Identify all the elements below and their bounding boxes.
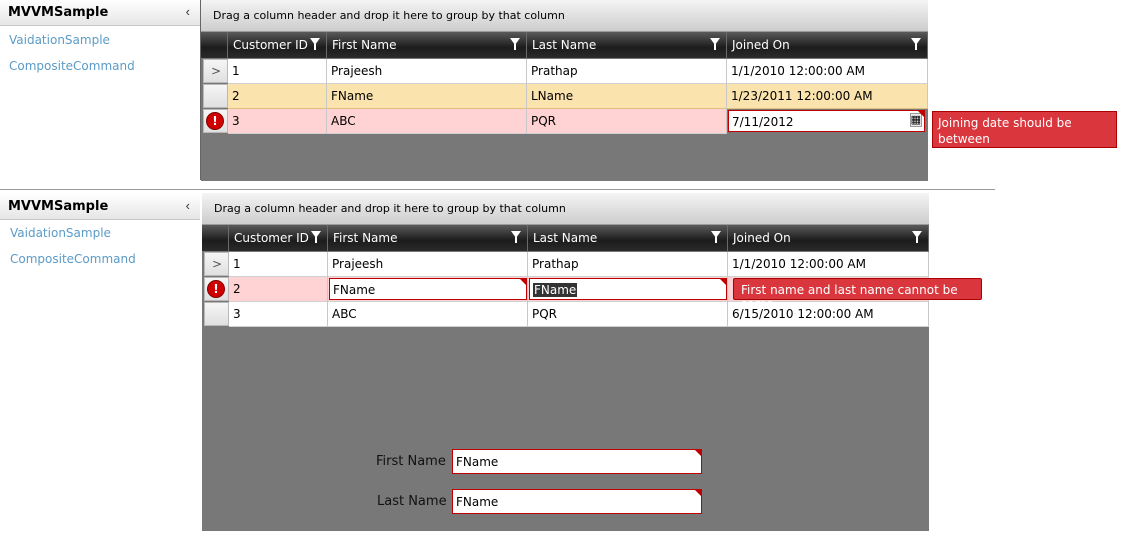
first-name-input[interactable]: FName (452, 449, 702, 474)
table-cell[interactable]: PQR (527, 109, 727, 134)
filter-icon[interactable] (510, 38, 520, 50)
table-cell[interactable]: 1 (229, 252, 328, 277)
bottom-nav-panel: MVVMSample ‹ VaidationSample CompositeCo… (0, 194, 200, 534)
top-panel-header: MVVMSample ‹ (0, 0, 200, 26)
column-header-joined-on[interactable]: Joined On (727, 32, 928, 58)
chevron-left-icon[interactable]: ‹ (186, 198, 190, 213)
last-name-cell-input[interactable]: FName (529, 278, 727, 300)
error-icon: ! (207, 280, 225, 298)
row-indicator-header (201, 32, 228, 58)
table-cell[interactable]: FName (327, 84, 527, 109)
table-cell[interactable]: Prathap (528, 252, 728, 277)
row-indicator-header (202, 225, 229, 251)
group-by-bar[interactable]: Drag a column header and drop it here to… (202, 193, 929, 225)
column-header-joined-on[interactable]: Joined On (728, 225, 929, 251)
table-cell[interactable]: Prajeesh (328, 252, 528, 277)
table-cell[interactable]: 1/1/2010 12:00:00 AM (727, 59, 928, 84)
group-by-hint: Drag a column header and drop it here to… (213, 9, 565, 22)
nav-link-validation-sample[interactable]: VaidationSample (10, 226, 111, 240)
top-panel-title: MVVMSample (8, 5, 109, 20)
column-header-first-name[interactable]: First Name (328, 225, 528, 251)
first-name-cell-input[interactable]: FName (329, 278, 527, 300)
current-row-icon[interactable]: > (203, 59, 228, 83)
top-nav-panel: MVVMSample ‹ VaidationSample CompositeCo… (0, 0, 202, 180)
column-header-last-name[interactable]: Last Name (528, 225, 728, 251)
column-header-first-name[interactable]: First Name (327, 32, 527, 58)
table-cell[interactable]: ABC (328, 302, 528, 327)
nav-link-composite-command[interactable]: CompositeCommand (9, 59, 135, 73)
filter-icon[interactable] (511, 231, 521, 243)
column-header-last-name[interactable]: Last Name (527, 32, 727, 58)
table-cell[interactable]: 1 (228, 59, 327, 84)
table-cell[interactable]: 2 (229, 277, 328, 302)
last-name-label: Last Name (377, 494, 447, 509)
error-corner-marker (520, 279, 526, 285)
table-cell[interactable]: 2 (228, 84, 327, 109)
column-header-customer-id[interactable]: Customer ID (228, 32, 327, 58)
error-icon: ! (206, 112, 224, 130)
validation-error-tooltip: Joining date should be between 01-01-199… (932, 111, 1117, 162)
filter-icon[interactable] (711, 231, 721, 243)
first-name-label: First Name (376, 454, 446, 469)
filter-icon[interactable] (911, 38, 921, 50)
error-corner-marker (695, 490, 701, 496)
table-cell[interactable]: 1/1/2010 12:00:00 AM (728, 252, 929, 277)
row-indicator[interactable] (204, 302, 229, 326)
section-divider (0, 189, 995, 190)
table-cell[interactable]: LName (527, 84, 727, 109)
chevron-left-icon[interactable]: ‹ (186, 4, 190, 19)
filter-icon[interactable] (311, 231, 321, 243)
column-header-customer-id[interactable]: Customer ID (229, 225, 328, 251)
nav-link-validation-sample[interactable]: VaidationSample (9, 33, 110, 47)
table-cell[interactable]: 1/23/2011 12:00:00 AM (727, 84, 928, 109)
error-corner-marker (918, 111, 924, 117)
table-cell[interactable]: PQR (528, 302, 728, 327)
validation-error-tooltip: First name and last name cannot be same (733, 278, 982, 311)
joined-on-date-input[interactable]: 7/11/2012 ▦ (728, 110, 925, 132)
filter-icon[interactable] (710, 38, 720, 50)
table-cell[interactable]: Prathap (527, 59, 727, 84)
group-by-hint: Drag a column header and drop it here to… (214, 202, 566, 215)
table-cell[interactable]: Prajeesh (327, 59, 527, 84)
filter-icon[interactable] (310, 38, 320, 50)
nav-link-composite-command[interactable]: CompositeCommand (10, 252, 136, 266)
table-cell[interactable]: 3 (229, 302, 328, 327)
row-indicator[interactable] (203, 84, 228, 108)
last-name-input[interactable]: FName (452, 489, 702, 514)
bottom-panel-title: MVVMSample (8, 199, 109, 214)
top-data-grid: Drag a column header and drop it here to… (201, 0, 928, 181)
current-row-icon[interactable]: > (204, 252, 229, 276)
bottom-data-grid: Drag a column header and drop it here to… (202, 193, 929, 531)
group-by-bar[interactable]: Drag a column header and drop it here to… (201, 0, 928, 32)
table-cell[interactable]: ABC (327, 109, 527, 134)
bottom-panel-header: MVVMSample ‹ (0, 194, 200, 220)
filter-icon[interactable] (912, 231, 922, 243)
error-corner-marker (695, 450, 701, 456)
table-cell[interactable]: 3 (228, 109, 327, 134)
error-corner-marker (720, 279, 726, 285)
